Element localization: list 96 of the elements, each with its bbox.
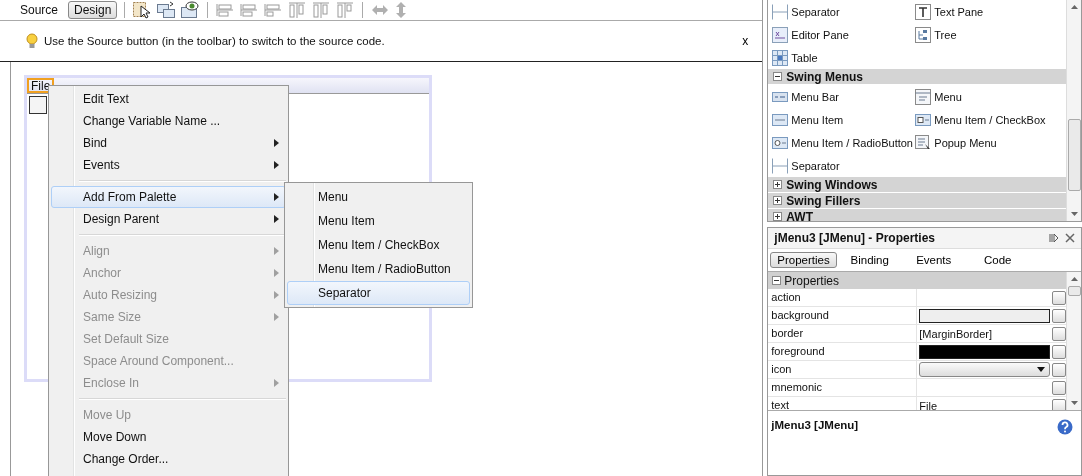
context-menu-entry[interactable]: Change Variable Name ... (51, 110, 286, 132)
scroll-down-icon[interactable] (1070, 212, 1078, 216)
scroll-thumb[interactable] (1067, 286, 1081, 296)
help-icon[interactable] (1057, 419, 1073, 435)
submenu-entry[interactable]: Menu Item (287, 209, 470, 233)
palette-item[interactable]: Menu Item (768, 108, 912, 131)
palette-category[interactable]: Swing Windows (768, 177, 1066, 193)
selection-mode-icon[interactable] (132, 1, 153, 19)
scrollbar[interactable] (1066, 272, 1081, 410)
maximize-icon[interactable] (1049, 233, 1059, 243)
collapse-icon (773, 72, 783, 81)
ellipsis-button[interactable] (1052, 362, 1066, 377)
resize-vertical-icon[interactable] (394, 1, 409, 19)
context-menu-entry[interactable]: Add From Palette (51, 186, 286, 208)
editor-pane-icon (772, 26, 789, 43)
view-tab[interactable]: Design (68, 1, 118, 19)
property-name: icon (768, 361, 918, 378)
ellipsis-button[interactable] (1052, 398, 1066, 410)
property-value[interactable]: [MarginBorder] (919, 327, 1050, 340)
text-pane-icon (915, 3, 932, 20)
align-right-icon[interactable] (239, 1, 260, 19)
palette-item[interactable]: Tree (911, 23, 1066, 46)
dropdown-arrow-icon (1037, 367, 1045, 372)
component-description: jMenu3 [JMenu] (771, 419, 860, 431)
separator-icon (772, 3, 789, 20)
radio-item-icon (772, 134, 789, 151)
scroll-up-icon[interactable] (1070, 277, 1078, 281)
close-icon[interactable] (1065, 233, 1075, 243)
lightbulb-icon (26, 33, 38, 49)
palette-item[interactable]: Menu (911, 85, 1066, 108)
context-menu-entry[interactable]: Move Down (51, 426, 286, 448)
palette-item[interactable]: Menu Bar (768, 85, 912, 108)
properties-tab[interactable]: Code (966, 252, 1029, 268)
align-top-icon[interactable] (287, 1, 308, 19)
context-menu-entry[interactable]: Change Order... (51, 448, 286, 470)
connection-mode-icon[interactable] (156, 1, 177, 19)
expand-icon (773, 180, 783, 189)
context-menu-entry[interactable]: Bind (51, 132, 286, 154)
palette-item[interactable]: Text Pane (911, 0, 1066, 23)
property-section[interactable]: Properties (768, 272, 1066, 289)
properties-tab[interactable]: Binding (838, 252, 901, 268)
submenu-entry[interactable]: Menu (287, 185, 470, 209)
checkbox-item-icon (915, 111, 932, 128)
property-name: background (768, 307, 918, 324)
ellipsis-button[interactable] (1052, 380, 1066, 395)
property-name: action (768, 289, 918, 306)
context-menu-entry[interactable]: Design Parent (51, 208, 286, 230)
view-tab[interactable]: Source (14, 1, 65, 19)
hint-message: Use the Source button (in the toolbar) to switch to the source code. (44, 35, 386, 47)
expand-icon (773, 196, 783, 205)
panel-title: jMenu3 [JMenu] - Properties (774, 231, 936, 245)
ellipsis-button[interactable] (1052, 290, 1066, 305)
ellipsis-button[interactable] (1052, 344, 1066, 359)
palette-item[interactable]: Popup Menu (911, 131, 1066, 154)
tree-icon (915, 26, 932, 43)
scrollbar[interactable] (1066, 0, 1081, 221)
palette-item[interactable]: Menu Item / CheckBox (911, 108, 1066, 131)
property-name: foreground (768, 343, 918, 360)
properties-tab[interactable]: Properties (770, 252, 837, 268)
scroll-thumb[interactable] (1067, 119, 1081, 191)
ellipsis-button[interactable] (1052, 308, 1066, 323)
scroll-up-icon[interactable] (1070, 5, 1078, 9)
submenu-entry[interactable]: Menu Item / CheckBox (287, 233, 470, 257)
collapse-icon (772, 276, 782, 285)
palette-category[interactable]: Swing Fillers (768, 193, 1066, 209)
palette-item[interactable]: Editor Pane (768, 23, 912, 46)
property-name: text (768, 397, 918, 410)
properties-tab[interactable]: Events (902, 252, 965, 268)
property-name: mnemonic (768, 379, 918, 396)
palette-item[interactable]: Separator (768, 0, 912, 23)
palette-item[interactable]: Separator (768, 154, 912, 177)
palette-item[interactable]: Menu Item / RadioButton (768, 131, 912, 154)
context-menu-entry[interactable]: Events (51, 154, 286, 176)
close-button[interactable]: x (742, 34, 749, 48)
table-icon (772, 49, 789, 66)
palette-item[interactable]: Table (768, 46, 912, 69)
palette-category[interactable]: Swing Menus (768, 69, 1066, 85)
center-vertical-icon[interactable] (335, 1, 356, 19)
color-swatch[interactable] (919, 344, 1050, 359)
expand-icon (773, 212, 783, 221)
preview-eye-icon[interactable] (180, 1, 201, 19)
scroll-down-icon[interactable] (1070, 401, 1078, 405)
property-name: border (768, 325, 918, 342)
submenu-entry[interactable]: Separator (287, 281, 470, 305)
menu-icon (915, 88, 932, 105)
center-horizontal-icon[interactable] (263, 1, 284, 19)
palette-category[interactable]: AWT (768, 209, 1066, 221)
align-bottom-icon[interactable] (311, 1, 332, 19)
color-swatch[interactable] (919, 308, 1050, 323)
align-left-icon[interactable] (215, 1, 236, 19)
separator-icon (772, 157, 789, 174)
property-value[interactable]: File (919, 399, 1050, 410)
menu-item-icon (772, 111, 789, 128)
ellipsis-button[interactable] (1052, 326, 1066, 341)
popup-menu-icon (915, 134, 932, 151)
submenu-entry[interactable]: Menu Item / RadioButton (287, 257, 470, 281)
